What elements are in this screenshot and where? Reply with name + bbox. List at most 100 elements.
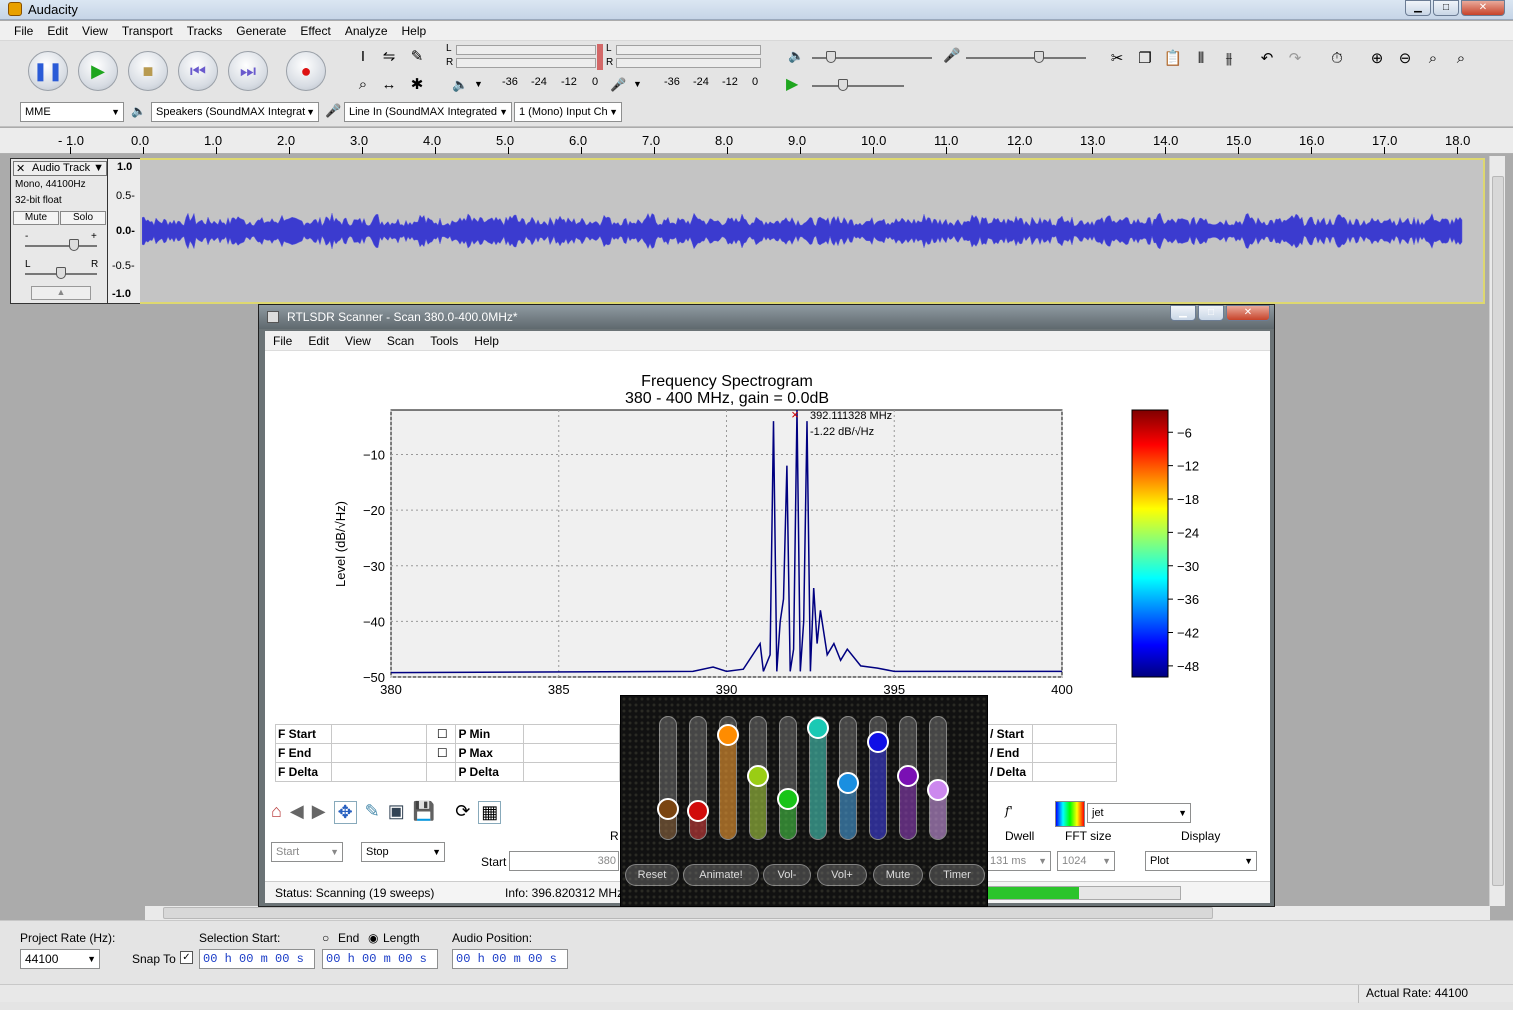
output-device-select[interactable]: Speakers (SoundMAX Integrat ▼ bbox=[151, 102, 319, 122]
save-figure-icon[interactable]: 💾 bbox=[413, 801, 435, 824]
audio-host-select[interactable]: MME ▼ bbox=[20, 102, 124, 122]
p-max-checkbox[interactable]: ☐ bbox=[426, 743, 457, 763]
equalizer-knob[interactable] bbox=[717, 723, 739, 746]
sync-lock-icon[interactable]: ⏱ bbox=[1326, 47, 1348, 69]
equalizer-knob[interactable] bbox=[897, 764, 919, 787]
input-device-select[interactable]: Line In (SoundMAX Integrated ▼ bbox=[344, 102, 512, 122]
zoom-rect-icon[interactable]: ✎ bbox=[365, 801, 380, 824]
project-rate-select[interactable]: 44100 ▼ bbox=[20, 949, 100, 969]
mute-button[interactable]: Mute bbox=[13, 211, 59, 225]
rtlsdr-close-button[interactable]: ✕ bbox=[1226, 305, 1270, 321]
start-frequency-input[interactable]: 380 bbox=[509, 851, 619, 871]
record-button[interactable]: ● bbox=[286, 51, 326, 91]
equalizer-slider[interactable] bbox=[929, 716, 947, 840]
menu-file[interactable]: File bbox=[14, 21, 33, 40]
spectrum-chart[interactable]: Frequency Spectrogram 380 - 400 MHz, gai… bbox=[265, 351, 1270, 696]
fit-selection-icon[interactable]: ⌕ bbox=[1422, 47, 1444, 69]
collapse-track-button[interactable]: ▲ bbox=[31, 286, 91, 300]
minimize-button[interactable]: ▁ bbox=[1405, 0, 1431, 16]
trim-icon[interactable]: ⫴ bbox=[1190, 47, 1212, 69]
close-button[interactable]: ✕ bbox=[1461, 0, 1505, 16]
copy-icon[interactable]: ❐ bbox=[1134, 47, 1156, 69]
timeshift-tool-icon[interactable]: ↔ bbox=[378, 73, 400, 95]
pause-button[interactable]: ❚❚ bbox=[28, 51, 68, 91]
timer-button[interactable]: Timer bbox=[929, 864, 985, 886]
snap-to-checkbox[interactable]: ✓ bbox=[180, 951, 193, 964]
horizontal-scroll-thumb[interactable] bbox=[163, 907, 1213, 919]
selection-length-time[interactable]: 00 h 00 m 00 s bbox=[322, 949, 438, 969]
track-name[interactable]: Audio Track bbox=[32, 162, 90, 174]
equalizer-knob[interactable] bbox=[867, 731, 889, 754]
home-icon[interactable]: ⌂ bbox=[271, 801, 282, 824]
gain-slider[interactable] bbox=[69, 239, 79, 251]
rtlsdr-minimize-button[interactable]: ▁ bbox=[1170, 305, 1196, 321]
undo-icon[interactable]: ↶ bbox=[1256, 47, 1278, 69]
rtl-menu-scan[interactable]: Scan bbox=[387, 331, 414, 350]
menu-tracks[interactable]: Tracks bbox=[187, 21, 223, 40]
menu-effect[interactable]: Effect bbox=[300, 21, 330, 40]
menu-analyze[interactable]: Analyze bbox=[345, 21, 388, 40]
selection-start-time[interactable]: 00 h 00 m 00 s bbox=[199, 949, 315, 969]
equalizer-knob[interactable] bbox=[657, 798, 679, 820]
zoom-in-icon[interactable]: ⊕ bbox=[1366, 47, 1388, 69]
equalizer-knob[interactable] bbox=[777, 788, 799, 811]
end-radio[interactable]: ○ bbox=[322, 931, 329, 945]
forward-icon[interactable]: ▶ bbox=[312, 801, 326, 824]
mute-button[interactable]: Mute bbox=[873, 864, 923, 886]
dwell-select[interactable]: 131 ms ▼ bbox=[985, 851, 1051, 871]
play-button[interactable]: ▶ bbox=[78, 51, 118, 91]
menu-help[interactable]: Help bbox=[402, 21, 427, 40]
length-radio[interactable]: ◉ bbox=[368, 931, 378, 945]
maximize-button[interactable]: □ bbox=[1433, 0, 1459, 16]
equalizer-slider[interactable] bbox=[659, 716, 677, 840]
multi-tool-icon[interactable]: ✱ bbox=[406, 73, 428, 95]
refresh-icon[interactable]: ⟳ bbox=[455, 801, 470, 824]
track-close-icon[interactable]: ✕ bbox=[16, 162, 25, 175]
play-at-speed-icon[interactable]: ▶ bbox=[786, 74, 798, 94]
colormap-icon[interactable] bbox=[1055, 801, 1085, 827]
input-channels-select[interactable]: 1 (Mono) Input Ch ▼ bbox=[514, 102, 622, 122]
vertical-scrollbar[interactable] bbox=[1489, 156, 1505, 906]
output-volume-slider[interactable] bbox=[826, 51, 836, 63]
pan-icon[interactable]: ✥ bbox=[333, 801, 357, 824]
equalizer-knob[interactable] bbox=[837, 771, 859, 794]
speed-slider[interactable] bbox=[838, 79, 848, 91]
skip-start-button[interactable]: ⏮ bbox=[178, 51, 218, 91]
rtl-menu-view[interactable]: View bbox=[345, 331, 371, 350]
silence-icon[interactable]: ⫵ bbox=[1218, 47, 1240, 69]
menu-view[interactable]: View bbox=[82, 21, 108, 40]
rtl-menu-tools[interactable]: Tools bbox=[430, 331, 458, 350]
menu-generate[interactable]: Generate bbox=[236, 21, 286, 40]
stop-button[interactable]: ■ bbox=[128, 51, 168, 91]
audio-position-time[interactable]: 00 h 00 m 00 s bbox=[452, 949, 568, 969]
equalizer-knob[interactable] bbox=[747, 764, 769, 787]
stop-mode-select[interactable]: Stop ▼ bbox=[361, 842, 445, 862]
redo-icon[interactable]: ↷ bbox=[1284, 47, 1306, 69]
track-menu-icon[interactable]: ▼ bbox=[93, 162, 104, 174]
horizontal-scrollbar[interactable] bbox=[145, 906, 1490, 920]
vertical-scroll-thumb[interactable] bbox=[1492, 176, 1504, 886]
fft-size-select[interactable]: 1024 ▼ bbox=[1057, 851, 1115, 871]
waveform-area[interactable] bbox=[140, 158, 1485, 304]
grid-toggle-icon[interactable]: ▦ bbox=[478, 801, 502, 824]
menu-edit[interactable]: Edit bbox=[47, 21, 68, 40]
rec-meter-dropdown-icon[interactable]: ▼ bbox=[633, 79, 642, 89]
vol-up-button[interactable]: Vol+ bbox=[817, 864, 867, 886]
skip-end-button[interactable]: ⏭ bbox=[228, 51, 268, 91]
p-min-checkbox[interactable]: ☐ bbox=[426, 724, 457, 744]
colormap-select[interactable]: jet ▼ bbox=[1087, 803, 1191, 823]
reset-button[interactable]: Reset bbox=[625, 864, 679, 886]
draw-tool-icon[interactable]: ✎ bbox=[406, 45, 428, 67]
pan-slider[interactable] bbox=[56, 267, 66, 279]
start-mode-select[interactable]: Start ▼ bbox=[271, 842, 343, 862]
subplots-icon[interactable]: ▣ bbox=[388, 801, 405, 824]
paste-icon[interactable]: 📋 bbox=[1162, 47, 1184, 69]
back-icon[interactable]: ◀ bbox=[290, 801, 304, 824]
timeline-ruler[interactable]: - 1.0 0.0 1.0 2.0 3.0 4.0 5.0 6.0 7.0 8.0 9.0 10.0 1… bbox=[0, 128, 1513, 154]
play-meter-dropdown-icon[interactable]: ▼ bbox=[474, 79, 483, 89]
equalizer-slider[interactable] bbox=[779, 716, 797, 840]
zoom-tool-icon[interactable]: ⌕ bbox=[352, 73, 374, 95]
display-select[interactable]: Plot ▼ bbox=[1145, 851, 1257, 871]
rtl-menu-edit[interactable]: Edit bbox=[308, 331, 329, 350]
rtl-menu-help[interactable]: Help bbox=[474, 331, 499, 350]
